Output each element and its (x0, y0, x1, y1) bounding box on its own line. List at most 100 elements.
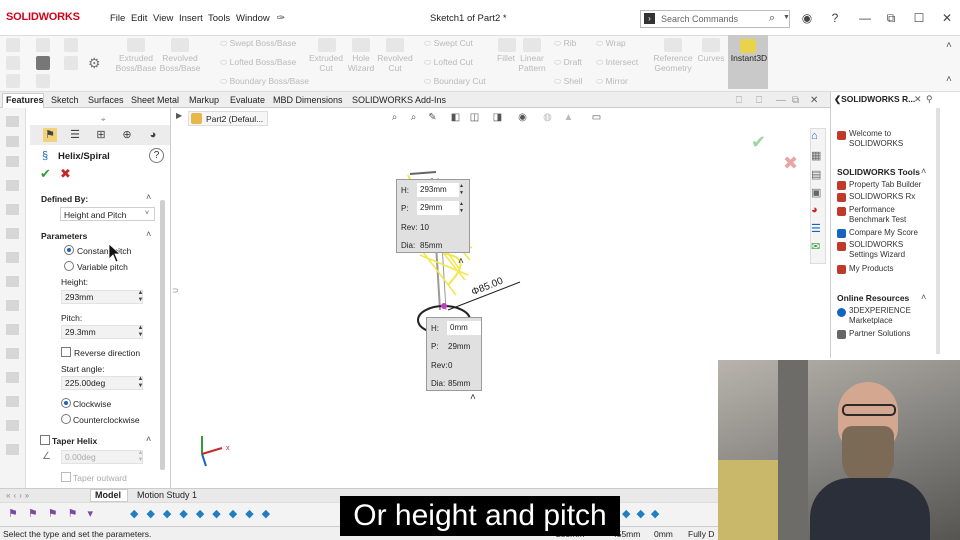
tab-markup[interactable]: Markup (189, 95, 219, 105)
tab-motion-study[interactable]: Motion Study 1 (137, 490, 197, 500)
task-pane-scrollbar[interactable] (936, 108, 940, 354)
chevron-down-icon[interactable]: ▼ (783, 14, 790, 21)
user-icon[interactable]: ◉ (800, 11, 814, 25)
cancel-button[interactable]: ✖ (60, 166, 71, 182)
panel-toggle-icon-2[interactable]: ⎕ (756, 95, 762, 106)
minimize-icon[interactable]: — (858, 11, 872, 25)
filter-toolbar-icons-right[interactable]: ◆◆◆ (622, 507, 665, 520)
reverse-direction-checkbox[interactable] (61, 347, 71, 357)
filter-toolbar-icons[interactable]: ◆◆◆◆◆◆◆◆◆ (130, 507, 278, 520)
search-icon[interactable]: ⌕ (769, 12, 775, 25)
print-icon[interactable] (36, 56, 50, 70)
strip-tool-icon-4[interactable] (6, 180, 19, 191)
tab-surfaces[interactable]: Surfaces (88, 95, 124, 105)
online-collapse-icon[interactable]: ˄ (921, 292, 926, 302)
strip-tool-icon-5[interactable] (6, 204, 19, 215)
callout2-h-field[interactable]: 0mm (447, 321, 481, 335)
view-settings-icon[interactable]: ▭ (590, 112, 603, 124)
tab-scroll-icons[interactable]: «‹›» (6, 491, 32, 500)
window-restore-icon[interactable]: ⧉ (792, 95, 799, 106)
custom-properties-tab-icon[interactable]: ☰ (811, 222, 821, 235)
taper-outward-checkbox[interactable] (61, 472, 71, 482)
curves-button[interactable]: Curves (694, 53, 728, 63)
open-icon[interactable] (6, 56, 20, 70)
strip-tool-icon-2[interactable] (6, 136, 19, 147)
resources-tab-icon[interactable]: ▦ (811, 149, 821, 162)
my-products-link[interactable]: My Products (849, 264, 893, 274)
pitch-spinner[interactable]: ▲ ▼ (136, 325, 145, 339)
confirm-corner-ok-icon[interactable]: ✔ (751, 132, 766, 153)
constant-pitch-radio[interactable] (64, 245, 74, 255)
extrude-boss-icon[interactable] (127, 38, 145, 52)
shell-button[interactable]: ⬭ Shell (554, 76, 583, 87)
callout-collapse-icon[interactable]: ˄ (458, 256, 464, 267)
pm-collapse-handle-icon[interactable]: ⊃ (172, 286, 179, 295)
extrude-cut-icon[interactable] (318, 38, 336, 52)
helix-callout-bottom[interactable]: H: 0mm P: 29mm Rev: 0 Dia: 85mm (426, 317, 482, 391)
help-icon-pm[interactable]: ? (149, 148, 164, 163)
benchmark-link[interactable]: Performance Benchmark Test (849, 205, 919, 225)
new-icon[interactable] (6, 38, 20, 52)
solidworks-rx-link[interactable]: SOLIDWORKS Rx (849, 192, 915, 202)
menu-insert[interactable]: Insert (179, 13, 203, 24)
strip-tool-icon-11[interactable] (6, 348, 19, 359)
section-view-icon[interactable]: ◧ (449, 112, 462, 124)
compare-score-link[interactable]: Compare My Score (849, 228, 918, 238)
pm-scrollbar[interactable] (160, 200, 165, 470)
callout-p-spinner[interactable]: ▲ ▼ (459, 201, 464, 215)
tab-sheet-metal[interactable]: Sheet Metal (131, 95, 179, 105)
redo-icon[interactable] (6, 74, 20, 88)
appearance-icon[interactable]: ◍ (541, 112, 554, 124)
configuration-manager-tab-icon[interactable]: ⊞ (94, 128, 108, 142)
reference-geometry-icon[interactable] (664, 38, 682, 52)
variable-pitch-radio[interactable] (64, 261, 74, 271)
height-input[interactable]: 293mm (61, 290, 143, 304)
menu-tools[interactable]: Tools (208, 13, 230, 24)
curves-icon[interactable] (702, 38, 720, 52)
revolve-cut-icon[interactable] (386, 38, 404, 52)
hide-show-icon[interactable]: ◉ (516, 112, 529, 124)
clockwise-radio[interactable] (61, 398, 71, 408)
dimxpert-tab-icon[interactable]: ⊕ (120, 128, 134, 142)
strip-tool-icon-12[interactable] (6, 372, 19, 383)
lofted-cut-button[interactable]: ⬭ Lofted Cut (424, 57, 473, 68)
taper-helix-checkbox[interactable] (40, 435, 50, 445)
property-tab-builder-link[interactable]: Property Tab Builder (849, 180, 921, 190)
strip-tool-icon-14[interactable] (6, 420, 19, 431)
menu-file[interactable]: File (110, 13, 125, 24)
chevron-up-icon-2[interactable]: ˄ (946, 74, 952, 85)
start-angle-spinner[interactable]: ▲ ▼ (136, 376, 145, 390)
task-pane-pin-icon[interactable]: ⚲ (926, 94, 933, 105)
revolved-cut-button[interactable]: Revolved Cut (374, 53, 416, 73)
partner-link[interactable]: Partner Solutions (849, 329, 910, 339)
fillet-icon[interactable] (498, 38, 516, 52)
search-commands[interactable]: › Search Commands ⌕ ▼ (640, 10, 790, 28)
callout2-collapse-icon[interactable]: ˄ (470, 392, 476, 403)
home-tab-icon[interactable]: ⌂ (811, 130, 818, 142)
zoom-to-fit-icon[interactable]: ⌕ (388, 112, 401, 124)
task-pane-close-icon[interactable]: ✕ (914, 94, 922, 105)
linear-pattern-icon[interactable] (523, 38, 541, 52)
appearances-tab-icon[interactable]: ◕ (811, 204, 818, 216)
ok-button[interactable]: ✔ (40, 166, 51, 182)
strip-tool-icon-15[interactable] (6, 444, 19, 455)
tree-expand-icon[interactable]: ▶ (176, 111, 182, 120)
help-icon[interactable]: ? (828, 11, 842, 25)
boundary-cut-button[interactable]: ⬭ Boundary Cut (424, 76, 486, 87)
select-icon[interactable] (36, 74, 50, 88)
tab-mbd-dimensions[interactable]: MBD Dimensions (273, 95, 343, 105)
marketplace-link[interactable]: 3DEXPERIENCE Marketplace (849, 306, 919, 326)
draft-button[interactable]: ⬭ Draft (554, 57, 582, 68)
tools-collapse-icon[interactable]: ˄ (921, 166, 926, 176)
intersect-button[interactable]: ⬭ Intersect (596, 57, 638, 68)
property-manager-tab-icon[interactable]: ☰ (68, 128, 82, 142)
strip-tool-icon-6[interactable] (6, 228, 19, 239)
hole-wizard-icon[interactable] (352, 38, 370, 52)
chevron-up-icon[interactable]: ˄ (946, 40, 952, 51)
scene-icon[interactable]: ▲ (562, 112, 575, 124)
file-explorer-tab-icon[interactable]: ▣ (811, 186, 821, 199)
height-spinner[interactable]: ▲ ▼ (136, 290, 145, 304)
lofted-boss-button[interactable]: ⬭ Lofted Boss/Base (220, 57, 296, 68)
helix-callout-top[interactable]: H: 293mm ▲ ▼ P: 29mm ▲ ▼ Rev: 10 Dia: 85mm (396, 179, 470, 253)
feature-manager-tab-icon[interactable]: ⚑ (43, 128, 57, 142)
